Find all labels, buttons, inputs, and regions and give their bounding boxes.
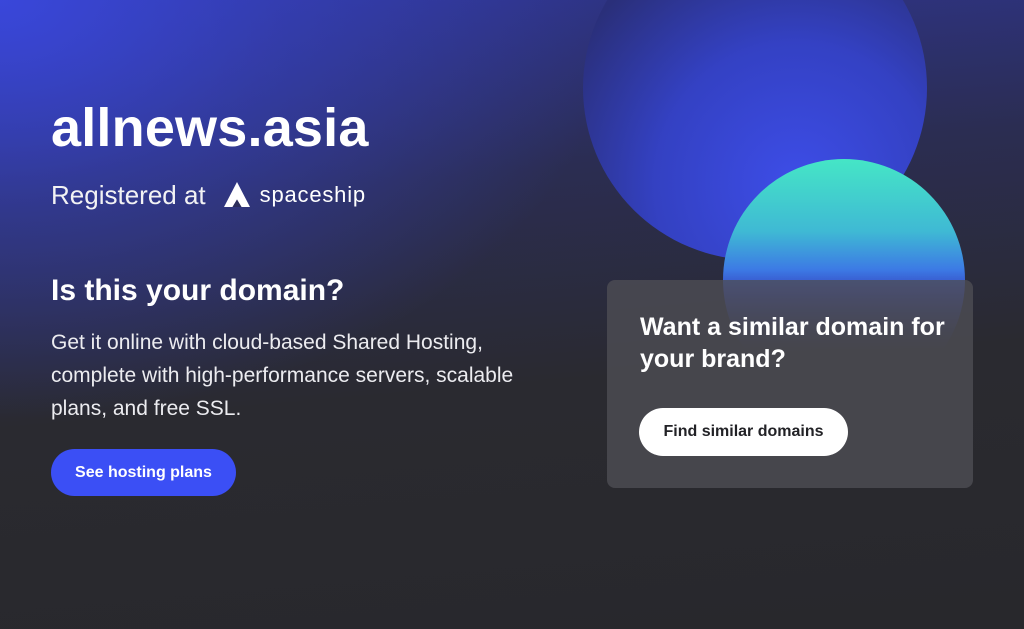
similar-domain-card: Want a similar domain for your brand? Fi… [607, 280, 973, 488]
see-hosting-plans-button[interactable]: See hosting plans [51, 449, 236, 496]
domain-title: allnews.asia [51, 98, 369, 158]
registrar-name: spaceship [259, 182, 366, 207]
large-orb [583, 0, 927, 260]
registrar-logo[interactable]: spaceship [222, 181, 366, 209]
spaceship-logo-icon [223, 182, 250, 207]
registered-row: Registered at spaceship [51, 175, 366, 215]
hosting-description: Get it online with cloud-based Shared Ho… [51, 331, 514, 420]
registered-text: Registered at [51, 180, 206, 210]
card-title: Want a similar domain for your brand? [640, 313, 945, 373]
domain-question: Is this your domain? [51, 274, 345, 307]
find-similar-domains-button[interactable]: Find similar domains [639, 408, 848, 456]
